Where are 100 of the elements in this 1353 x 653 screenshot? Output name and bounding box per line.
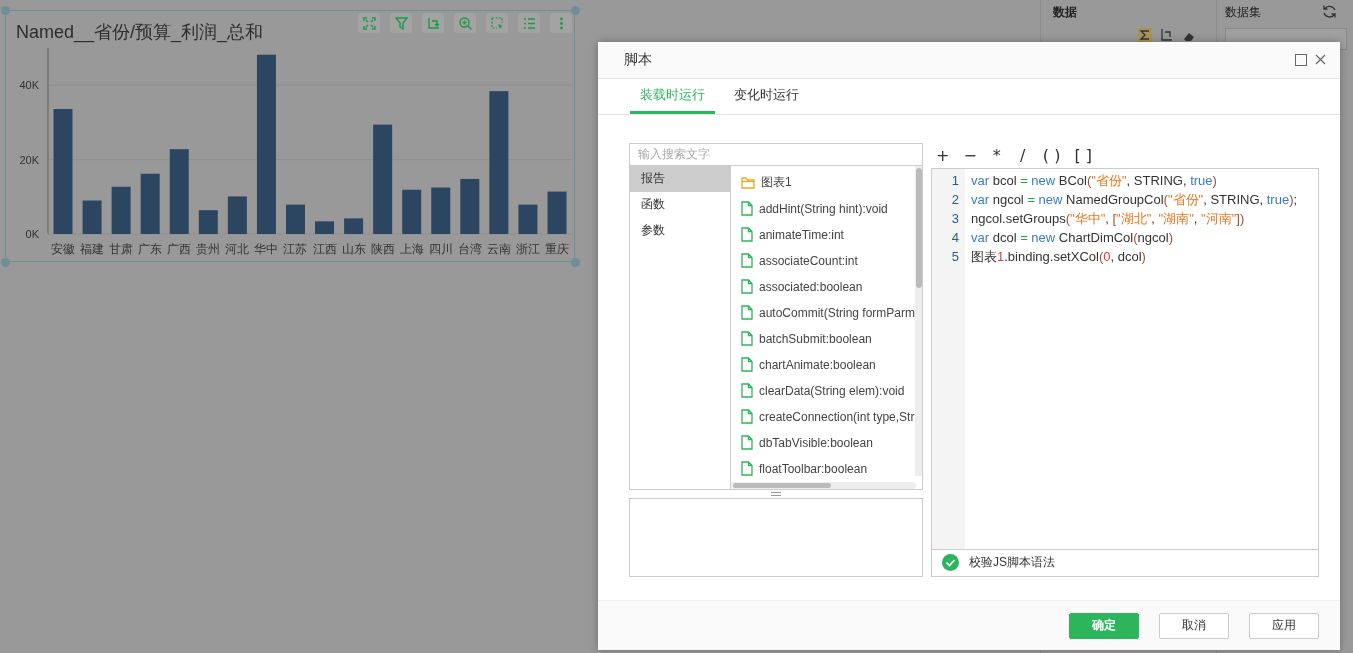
code-line: var dcol = new ChartDimCol(ngcol) (971, 228, 1174, 247)
bar (431, 187, 451, 234)
expand-icon[interactable] (358, 13, 380, 33)
code-line: var ngcol = new NamedGroupCol("省份", STRING, true); (971, 190, 1299, 209)
tree-item[interactable]: createConnection(int type,Str (759, 409, 915, 424)
category-label: 四川 (428, 242, 453, 256)
document-icon (741, 279, 753, 295)
tree-item[interactable]: animateTime:int (759, 227, 844, 242)
document-icon (741, 227, 753, 243)
filter-icon[interactable] (390, 13, 412, 33)
chart-title: Named__省份/预算_利润_总和 (16, 21, 264, 44)
category-label: 广西 (167, 242, 192, 256)
check-icon (942, 554, 959, 572)
category-label: 甘肃 (109, 242, 134, 256)
category-label: 贵州 (196, 242, 221, 256)
tree-item[interactable]: addHint(String hint):void (759, 201, 888, 216)
more-icon[interactable] (550, 13, 572, 33)
category-label: 台湾 (457, 242, 482, 256)
category-label: 重庆 (545, 242, 569, 256)
document-icon (741, 383, 753, 399)
bar (518, 204, 538, 234)
code-line: var bcol = new BCol("省份", STRING, true) (971, 171, 1218, 190)
bar (547, 191, 567, 234)
line-number: 4 (950, 228, 960, 247)
axis-tick-label: 20K (19, 153, 39, 166)
description-box[interactable] (629, 497, 923, 577)
tree-item[interactable]: dbTabVisible:boolean (759, 435, 873, 450)
refresh-icon[interactable] (1322, 4, 1337, 19)
tree-item[interactable]: associateCount:int (759, 253, 858, 268)
category-label: 安徽 (51, 242, 75, 256)
dialog-button[interactable]: 取消 (1159, 612, 1229, 639)
operator-button[interactable]: * (985, 145, 1008, 165)
select-icon[interactable] (486, 13, 508, 33)
category-label: 华中 (254, 242, 279, 256)
tree-item[interactable]: 图表1 (761, 174, 792, 192)
document-icon (741, 409, 753, 425)
category-label: 山东 (341, 242, 366, 256)
resize-handle[interactable] (1, 6, 10, 15)
document-icon (741, 357, 753, 373)
bar (140, 173, 160, 234)
category-label: 陕西 (370, 242, 395, 256)
sigma-icon[interactable] (1138, 28, 1152, 42)
dialog-title: 脚本 (624, 50, 653, 69)
bar (198, 210, 218, 234)
category-label: 江西 (312, 242, 337, 256)
tree-item[interactable]: batchSubmit:boolean (759, 331, 872, 346)
list-icon[interactable] (518, 13, 540, 33)
document-icon (741, 201, 753, 217)
splitter-handle[interactable] (771, 491, 781, 496)
bar (460, 178, 480, 234)
bar (82, 200, 102, 234)
scrollbar-thumb[interactable] (733, 482, 831, 488)
bar (315, 221, 335, 234)
document-icon (741, 253, 753, 269)
axis-tick-label: 0K (25, 228, 39, 240)
category-label: 浙江 (515, 242, 540, 256)
tree-item[interactable]: clearData(String elem):void (759, 383, 905, 398)
document-icon (741, 461, 753, 477)
line-number: 2 (950, 190, 960, 209)
operator-button[interactable]: + (931, 145, 955, 165)
resize-handle[interactable] (1, 258, 10, 267)
line-number: 3 (950, 209, 960, 228)
panel-title: 数据 (1053, 4, 1077, 21)
dialog-button[interactable]: 应用 (1249, 612, 1319, 639)
bar (227, 196, 247, 234)
operator-button[interactable]: − (958, 145, 982, 165)
axis-tick-label: 40K (19, 79, 39, 92)
tab[interactable]: 变化时运行 (724, 78, 809, 114)
axis-swap-icon[interactable] (1160, 28, 1173, 42)
tree-item[interactable]: autoCommit(String formParm (759, 305, 916, 320)
category-label: 广东 (138, 242, 163, 256)
tree-item[interactable]: chartAnimate:boolean (759, 357, 876, 372)
operator-button[interactable]: ( ) (1037, 145, 1066, 165)
scrollbar-thumb[interactable] (916, 167, 922, 288)
operator-button[interactable]: [ ] (1069, 145, 1097, 165)
code-line: ngcol.setGroups("华中", ["湖北", "湖南", "河南"]) (971, 209, 1246, 228)
category-label: 河北 (225, 242, 250, 256)
resize-handle[interactable] (571, 6, 580, 15)
folder-icon (741, 176, 755, 189)
zoom-in-icon[interactable] (454, 13, 476, 33)
tree-item[interactable]: associated:boolean (759, 279, 863, 294)
resize-handle[interactable] (571, 258, 580, 267)
operator-button[interactable]: / (1011, 145, 1034, 165)
bar (111, 186, 131, 234)
document-icon (741, 331, 753, 347)
category-item[interactable]: 参数 (630, 217, 730, 244)
tree-item[interactable]: floatToolbar:boolean (759, 461, 868, 476)
category-item[interactable]: 报告 (630, 165, 730, 192)
line-number: 1 (950, 171, 960, 190)
panel-title: 数据集 (1225, 4, 1261, 21)
bar (402, 189, 422, 234)
code-editor[interactable] (931, 167, 1319, 550)
code-line: 图表1.binding.setXCol(0, dcol) (971, 247, 1147, 266)
syntax-check-label[interactable]: 校验JS脚本语法 (969, 554, 1055, 572)
category-label: 上海 (399, 242, 424, 256)
bar (344, 218, 364, 234)
bar (285, 204, 305, 234)
category-label: 云南 (486, 242, 511, 256)
category-item[interactable]: 函数 (630, 191, 730, 218)
search-field[interactable]: 输入搜索文字 (629, 142, 923, 166)
